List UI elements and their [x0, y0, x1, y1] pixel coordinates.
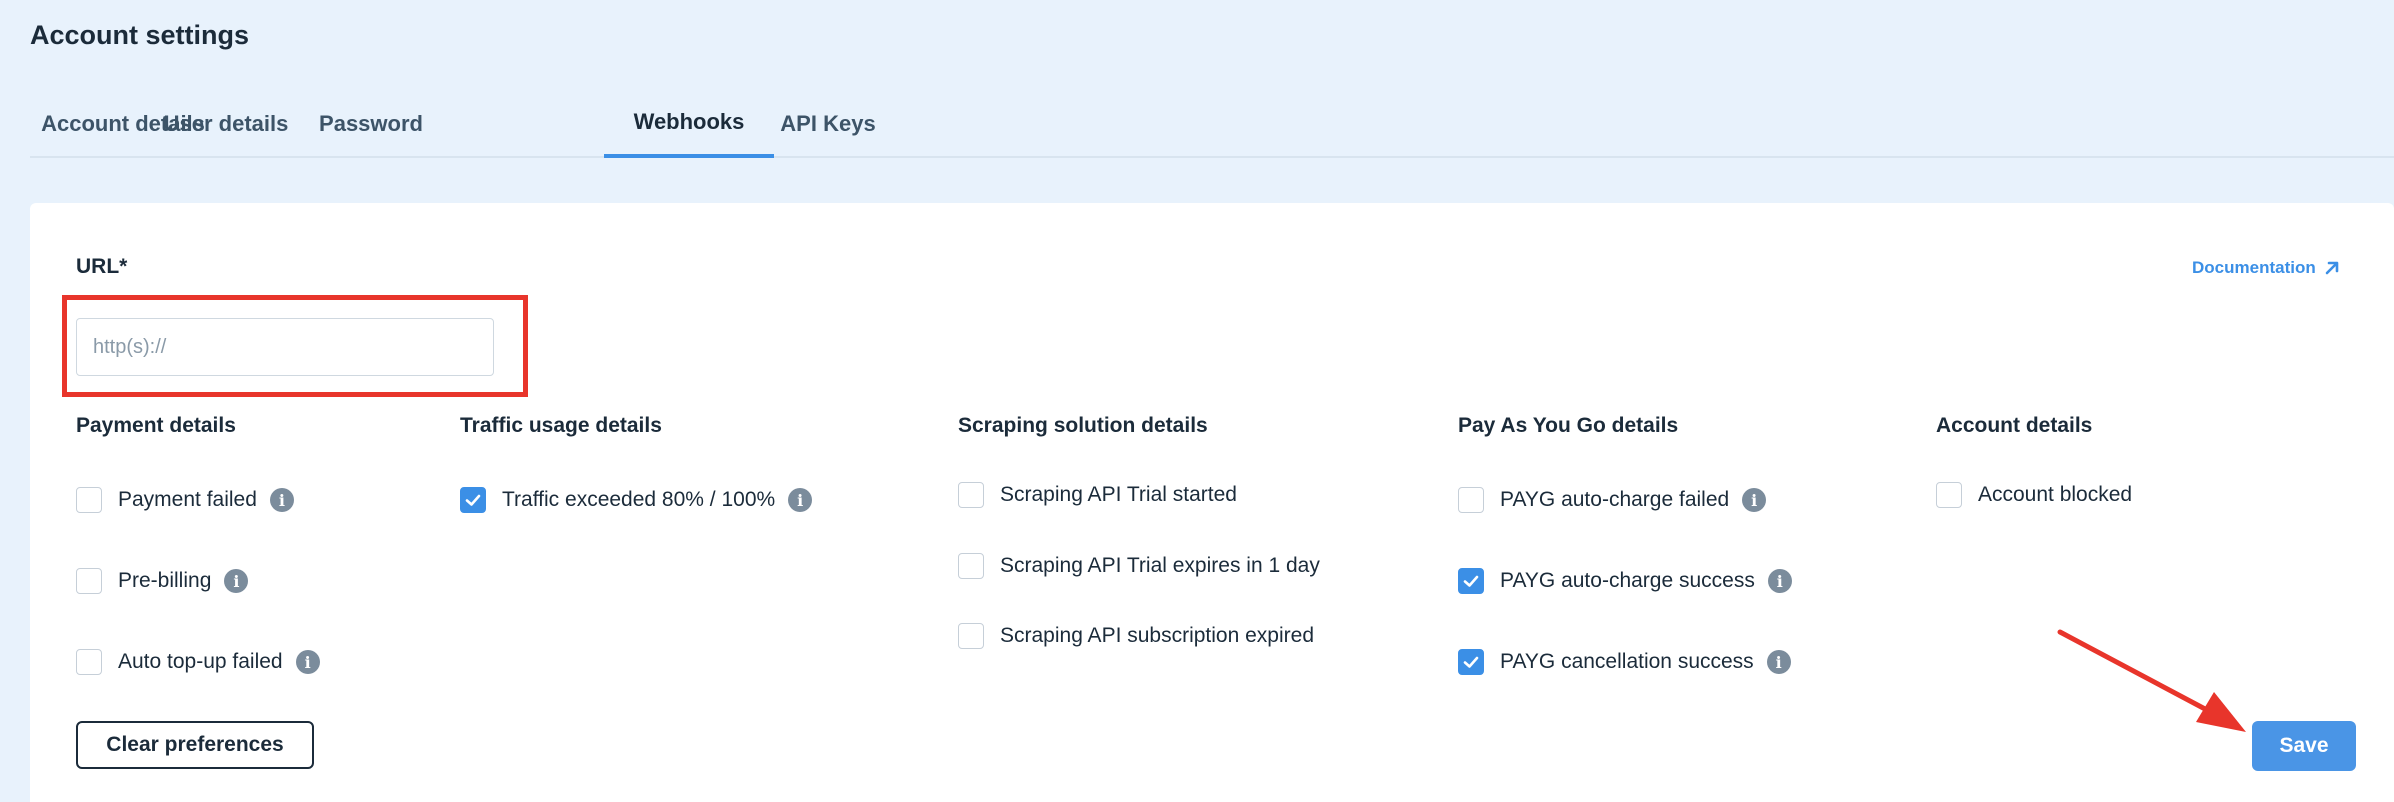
checkbox[interactable]: [76, 649, 102, 675]
option-scraping-api-subscription-expired[interactable]: Scraping API subscription expired: [958, 623, 1314, 649]
info-icon[interactable]: i: [269, 488, 294, 512]
tab-password[interactable]: Password: [290, 90, 452, 158]
clear-preferences-button[interactable]: Clear preferences: [76, 721, 314, 769]
checkbox-checked[interactable]: [1458, 649, 1484, 675]
settings-tabs: Account details User details Password We…: [30, 90, 2394, 158]
info-icon[interactable]: i: [1766, 650, 1791, 674]
tab-webhooks[interactable]: Webhooks: [604, 90, 774, 158]
checkbox[interactable]: [76, 568, 102, 594]
tab-api-keys[interactable]: API Keys: [774, 90, 882, 158]
account-details-heading: Account details: [1936, 414, 2093, 437]
payg-details-heading: Pay As You Go details: [1458, 414, 1679, 437]
option-label: Pre-billing: [118, 569, 212, 592]
option-label: PAYG cancellation success: [1500, 650, 1754, 673]
scraping-solution-details-heading: Scraping solution details: [958, 414, 1208, 437]
webhooks-card: URL* Documentation Payment details Payme…: [30, 203, 2394, 802]
checkbox-checked[interactable]: [1458, 568, 1484, 594]
option-label: Scraping API subscription expired: [1000, 624, 1315, 647]
option-payment-failed[interactable]: Payment failed i: [76, 487, 294, 513]
option-label: Account blocked: [1978, 483, 2133, 506]
checkmark-icon: [1463, 656, 1479, 668]
checkmark-icon: [1463, 575, 1479, 587]
option-label: PAYG auto-charge failed: [1500, 488, 1730, 511]
checkmark-icon: [465, 494, 481, 506]
option-label: Traffic exceeded 80% / 100%: [502, 488, 776, 511]
checkbox[interactable]: [958, 482, 984, 508]
option-label: Payment failed: [118, 488, 257, 511]
option-payg-auto-charge-failed[interactable]: PAYG auto-charge failed i: [1458, 487, 1767, 513]
option-account-blocked[interactable]: Account blocked: [1936, 482, 2132, 508]
tab-user-details[interactable]: User details: [156, 90, 296, 158]
option-auto-top-up-failed[interactable]: Auto top-up failed i: [76, 649, 320, 675]
info-icon[interactable]: i: [295, 650, 320, 674]
save-button[interactable]: Save: [2252, 721, 2356, 771]
option-scraping-api-trial-expires[interactable]: Scraping API Trial expires in 1 day: [958, 553, 1320, 579]
checkbox[interactable]: [958, 553, 984, 579]
payment-details-heading: Payment details: [76, 414, 236, 437]
option-payg-auto-charge-success[interactable]: PAYG auto-charge success i: [1458, 568, 1792, 594]
info-icon[interactable]: i: [1742, 488, 1767, 512]
arrow-up-right-icon: [2325, 261, 2339, 275]
info-icon[interactable]: i: [1767, 569, 1792, 593]
url-label: URL*: [76, 255, 128, 278]
checkbox[interactable]: [76, 487, 102, 513]
checkbox[interactable]: [958, 623, 984, 649]
traffic-usage-details-heading: Traffic usage details: [460, 414, 662, 437]
checkbox-checked[interactable]: [460, 487, 486, 513]
annotation-highlight-box: [62, 295, 528, 397]
option-label: PAYG auto-charge success: [1500, 569, 1755, 592]
checkbox[interactable]: [1458, 487, 1484, 513]
info-icon[interactable]: i: [788, 488, 813, 512]
page-title: Account settings: [30, 20, 250, 50]
documentation-link[interactable]: Documentation: [2192, 258, 2342, 278]
documentation-link-label: Documentation: [2192, 258, 2316, 277]
option-label: Scraping API Trial expires in 1 day: [1000, 554, 1320, 577]
option-pre-billing[interactable]: Pre-billing i: [76, 568, 249, 594]
info-icon[interactable]: i: [224, 569, 249, 593]
option-label: Scraping API Trial started: [1000, 483, 1237, 506]
option-payg-cancellation-success[interactable]: PAYG cancellation success i: [1458, 649, 1791, 675]
checkbox[interactable]: [1936, 482, 1962, 508]
option-scraping-api-trial-started[interactable]: Scraping API Trial started: [958, 482, 1237, 508]
option-label: Auto top-up failed: [118, 650, 283, 673]
option-traffic-exceeded[interactable]: Traffic exceeded 80% / 100% i: [460, 487, 813, 513]
